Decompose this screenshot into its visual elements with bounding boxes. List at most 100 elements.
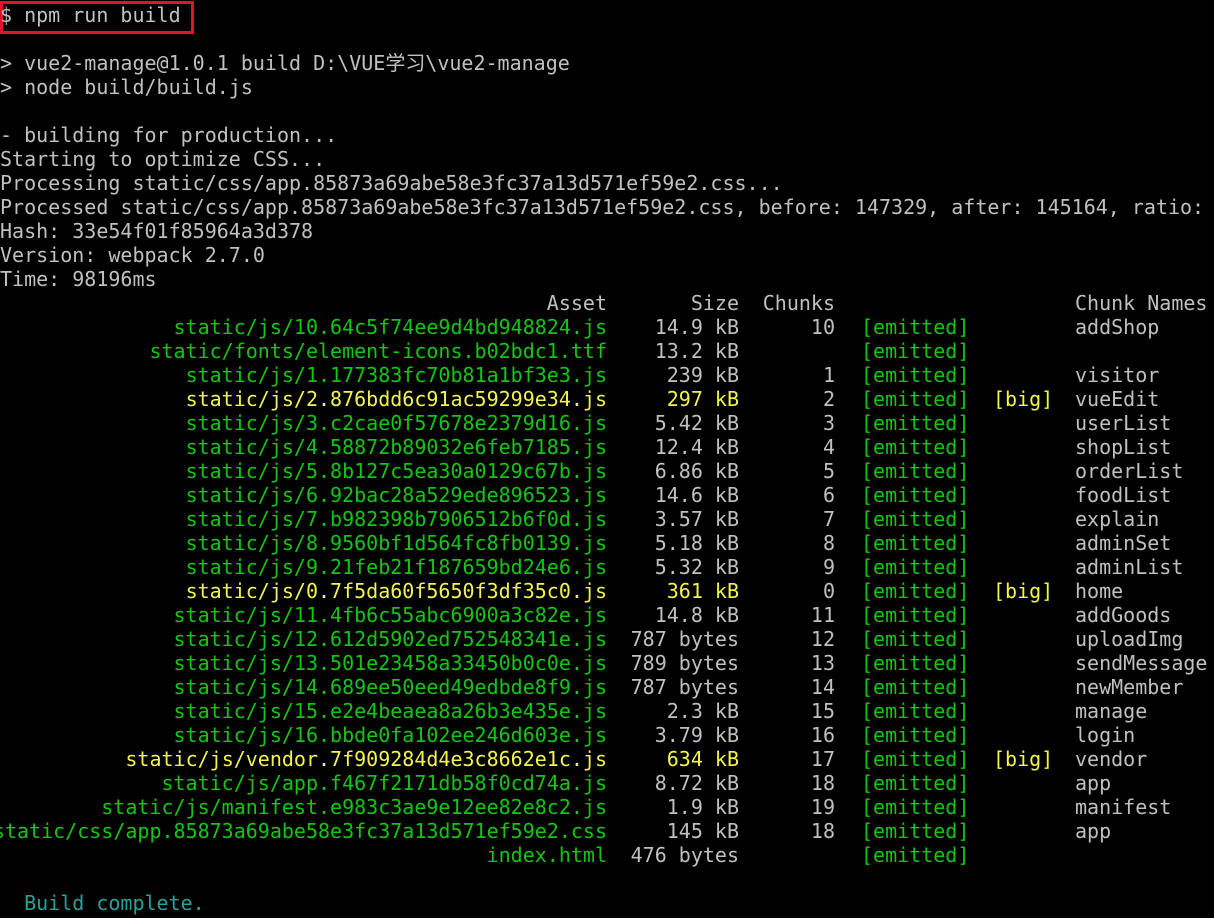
asset-path: static/js/0.7f5da60f5650f3df35c0.js bbox=[185, 579, 607, 603]
asset-size: 239 kB bbox=[666, 363, 739, 387]
asset-path: static/js/manifest.e983c3ae9e12ee82e8c2.… bbox=[101, 795, 607, 819]
chunk-name: visitor bbox=[1075, 363, 1160, 387]
asset-size: 6.86 kB bbox=[654, 459, 739, 483]
chunk-name: vueEdit bbox=[1075, 387, 1160, 411]
chunk-name: home bbox=[1075, 579, 1124, 603]
emitted-tag: [emitted] bbox=[861, 843, 970, 867]
asset-chunk-id: 12 bbox=[810, 627, 835, 651]
emitted-tag: [emitted] bbox=[861, 795, 970, 819]
emitted-tag: [emitted] bbox=[861, 627, 970, 651]
asset-chunk-id: 2 bbox=[822, 387, 835, 411]
chunk-name: login bbox=[1075, 723, 1136, 747]
emitted-tag: [emitted] bbox=[861, 363, 970, 387]
chunk-name: uploadImg bbox=[1075, 627, 1184, 651]
emitted-tag: [emitted] bbox=[861, 675, 970, 699]
asset-size: 297 kB bbox=[666, 387, 739, 411]
asset-size: 787 bytes bbox=[630, 627, 739, 651]
asset-size: 12.4 kB bbox=[654, 435, 739, 459]
chunk-name: adminList bbox=[1075, 555, 1184, 579]
asset-path: static/js/12.612d5902ed752548341e.js bbox=[173, 627, 607, 651]
emitted-tag: [emitted] bbox=[861, 819, 970, 843]
emitted-tag: [emitted] bbox=[861, 339, 970, 363]
chunk-name: adminSet bbox=[1075, 531, 1172, 555]
emitted-tag: [emitted] bbox=[861, 483, 970, 507]
emitted-tag: [emitted] bbox=[861, 435, 970, 459]
hash-line: Hash: 33e54f01f85964a3d378 bbox=[0, 219, 314, 243]
asset-chunk-id: 6 bbox=[822, 483, 835, 507]
asset-size: 5.18 kB bbox=[654, 531, 739, 555]
emitted-tag: [emitted] bbox=[861, 699, 970, 723]
asset-chunk-id: 1 bbox=[822, 363, 835, 387]
asset-path: static/js/6.92bac28a529ede896523.js bbox=[185, 483, 607, 507]
chunk-name: newMember bbox=[1075, 675, 1184, 699]
asset-path: static/js/15.e2e4beaea8a26b3e435e.js bbox=[173, 699, 607, 723]
asset-size: 789 bytes bbox=[630, 651, 739, 675]
asset-size: 3.57 kB bbox=[654, 507, 739, 531]
asset-chunk-id: 18 bbox=[810, 819, 835, 843]
emitted-tag: [emitted] bbox=[861, 507, 970, 531]
asset-size: 14.6 kB bbox=[654, 483, 739, 507]
asset-size: 5.42 kB bbox=[654, 411, 739, 435]
asset-size: 476 bytes bbox=[630, 843, 739, 867]
chunk-name: app bbox=[1075, 771, 1112, 795]
command-line: $ npm run build bbox=[0, 3, 181, 27]
header-asset: Asset bbox=[546, 291, 607, 315]
chunk-name: addGoods bbox=[1075, 603, 1172, 627]
asset-size: 1.9 kB bbox=[666, 795, 739, 819]
asset-size: 3.79 kB bbox=[654, 723, 739, 747]
emitted-tag: [emitted] bbox=[861, 603, 970, 627]
asset-chunk-id: 4 bbox=[822, 435, 835, 459]
asset-size: 13.2 kB bbox=[654, 339, 739, 363]
processed-line: Processed static/css/app.85873a69abe58e3… bbox=[0, 195, 1214, 219]
script-line-2: > node build/build.js bbox=[0, 75, 253, 99]
terminal-window[interactable]: $ npm run build > vue2-manage@1.0.1 buil… bbox=[0, 0, 1214, 918]
chunk-name: app bbox=[1075, 819, 1112, 843]
chunk-name: manage bbox=[1075, 699, 1148, 723]
header-chunks: Chunks bbox=[762, 291, 835, 315]
asset-chunk-id: 8 bbox=[822, 531, 835, 555]
version-line: Version: webpack 2.7.0 bbox=[0, 243, 265, 267]
asset-chunk-id: 19 bbox=[810, 795, 835, 819]
emitted-tag: [emitted] bbox=[861, 747, 970, 771]
chunk-name: shopList bbox=[1075, 435, 1172, 459]
asset-chunk-id: 0 bbox=[822, 579, 835, 603]
asset-path: static/js/vendor.7f909284d4e3c8662e1c.js bbox=[125, 747, 607, 771]
chunk-name: sendMessage bbox=[1075, 651, 1208, 675]
chunk-name: orderList bbox=[1075, 459, 1184, 483]
asset-path: static/js/7.b982398b7906512b6f0d.js bbox=[185, 507, 607, 531]
asset-size: 145 kB bbox=[666, 819, 739, 843]
asset-size: 787 bytes bbox=[630, 675, 739, 699]
asset-chunk-id: 17 bbox=[810, 747, 835, 771]
spinner-line: - building for production... bbox=[0, 123, 338, 147]
asset-path: static/js/2.876bdd6c91ac59299e34.js bbox=[185, 387, 607, 411]
asset-path: static/js/10.64c5f74ee9d4bd948824.js bbox=[173, 315, 607, 339]
chunk-name: userList bbox=[1075, 411, 1172, 435]
big-tag: [big] bbox=[993, 579, 1054, 603]
asset-chunk-id: 13 bbox=[810, 651, 835, 675]
asset-chunk-id: 14 bbox=[810, 675, 835, 699]
asset-path: static/js/5.8b127c5ea30a0129c67b.js bbox=[185, 459, 607, 483]
asset-chunk-id: 18 bbox=[810, 771, 835, 795]
asset-chunk-id: 7 bbox=[822, 507, 835, 531]
asset-size: 14.8 kB bbox=[654, 603, 739, 627]
asset-chunk-id: 15 bbox=[810, 699, 835, 723]
chunk-name: addShop bbox=[1075, 315, 1160, 339]
asset-chunk-id: 10 bbox=[810, 315, 835, 339]
big-tag: [big] bbox=[993, 747, 1054, 771]
asset-path: static/js/9.21feb21f187659bd24e6.js bbox=[185, 555, 607, 579]
emitted-tag: [emitted] bbox=[861, 771, 970, 795]
processing-line: Processing static/css/app.85873a69abe58e… bbox=[0, 171, 783, 195]
asset-size: 2.3 kB bbox=[666, 699, 739, 723]
emitted-tag: [emitted] bbox=[861, 579, 970, 603]
asset-chunk-id: 16 bbox=[810, 723, 835, 747]
asset-chunk-id: 11 bbox=[810, 603, 835, 627]
asset-path: static/js/4.58872b89032e6feb7185.js bbox=[185, 435, 607, 459]
asset-size: 634 kB bbox=[666, 747, 739, 771]
asset-path: static/js/16.bbde0fa102ee246d603e.js bbox=[173, 723, 607, 747]
asset-chunk-id: 9 bbox=[822, 555, 835, 579]
asset-path: index.html bbox=[486, 843, 607, 867]
time-line: Time: 98196ms bbox=[0, 267, 157, 291]
emitted-tag: [emitted] bbox=[861, 555, 970, 579]
emitted-tag: [emitted] bbox=[861, 651, 970, 675]
asset-size: 361 kB bbox=[666, 579, 739, 603]
